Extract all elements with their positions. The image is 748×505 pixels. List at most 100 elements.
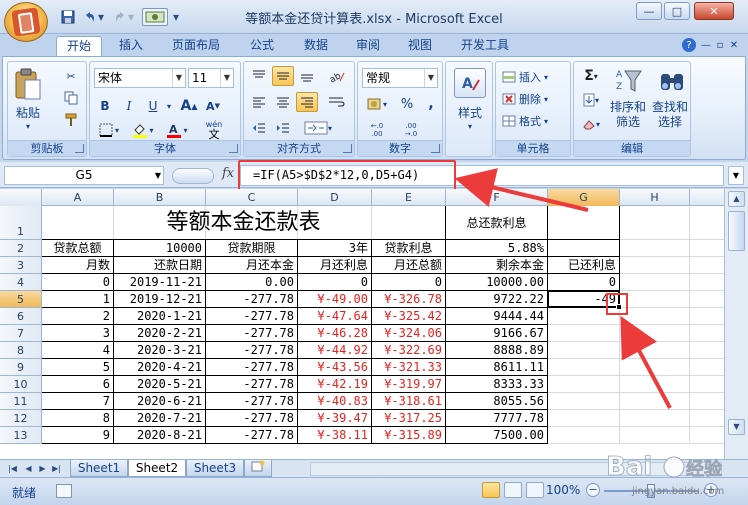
scroll-down-icon[interactable]: ▼ [728, 419, 745, 435]
font-name-select[interactable]: 宋体 ▼ [94, 68, 186, 88]
data-cell[interactable]: -277.78 [206, 427, 298, 444]
row-header-4[interactable]: 4 [0, 274, 42, 291]
font-color-button[interactable]: A ▾ [162, 120, 192, 140]
insert-sheet-icon[interactable] [244, 460, 272, 477]
empty-cell[interactable] [548, 325, 620, 342]
bold-button[interactable]: B [94, 96, 116, 116]
row2-cell[interactable]: 贷款总额 [42, 240, 114, 257]
data-cell[interactable]: 0 [548, 274, 620, 291]
data-cell[interactable]: 2 [42, 308, 114, 325]
accounting-format-icon[interactable]: ▾ [362, 94, 392, 114]
row-header-11[interactable]: 11 [0, 393, 42, 410]
tab-data[interactable]: 数据 [298, 36, 334, 56]
row2-cell[interactable]: 10000 [114, 240, 206, 257]
data-cell[interactable]: -277.78 [206, 359, 298, 376]
data-cell[interactable]: ¥-42.19 [298, 376, 372, 393]
data-cell[interactable]: 9444.44 [446, 308, 548, 325]
underline-button[interactable]: U [142, 96, 164, 116]
data-cell[interactable]: 8055.56 [446, 393, 548, 410]
vertical-scrollbar[interactable]: ▲ ▼ [724, 189, 748, 459]
sort-filter-icon[interactable]: AZ [612, 66, 646, 96]
align-top-icon[interactable] [248, 66, 270, 86]
align-bottom-icon[interactable] [296, 66, 318, 86]
row2-cell[interactable]: 贷款利息 [372, 240, 446, 257]
clipboard-launcher-icon[interactable] [75, 144, 84, 153]
data-cell[interactable]: 2019-12-21 [114, 291, 206, 308]
row-header-8[interactable]: 8 [0, 342, 42, 359]
orientation-icon[interactable]: ab [324, 66, 350, 86]
tab-formulas[interactable]: 公式 [244, 36, 280, 56]
column-header-g[interactable]: G [548, 189, 620, 206]
column-header-f[interactable]: F [446, 189, 548, 206]
data-cell[interactable]: ¥-322.69 [372, 342, 446, 359]
data-cell[interactable]: 2020-1-21 [114, 308, 206, 325]
zoom-level[interactable]: 100% [546, 483, 580, 497]
merge-center-icon[interactable]: ▾ [300, 118, 336, 138]
column-header-h[interactable]: H [620, 189, 690, 206]
data-cell[interactable]: 1 [42, 291, 114, 308]
data-cell[interactable]: 5 [42, 359, 114, 376]
data-cell[interactable]: 2020-8-21 [114, 427, 206, 444]
data-cell[interactable]: -277.78 [206, 376, 298, 393]
data-cell[interactable]: ¥-321.33 [372, 359, 446, 376]
header-cell[interactable]: 月数 [42, 257, 114, 274]
sheet-tab-2[interactable]: Sheet2 [128, 460, 186, 477]
column-header-a[interactable]: A [42, 189, 114, 206]
empty-cell[interactable] [548, 359, 620, 376]
normal-view-icon[interactable] [482, 482, 500, 498]
data-cell[interactable]: 2020-6-21 [114, 393, 206, 410]
data-cell[interactable]: -277.78 [206, 291, 298, 308]
row-header-6[interactable]: 6 [0, 308, 42, 325]
italic-button[interactable]: I [118, 96, 140, 116]
decrease-indent-icon[interactable] [248, 118, 270, 138]
data-cell[interactable]: ¥-326.78 [372, 291, 446, 308]
paste-dropdown-icon[interactable]: ▾ [22, 122, 34, 131]
header-cell[interactable]: 已还利息 [548, 257, 620, 274]
number-format-select[interactable]: 常规 ▼ [362, 68, 438, 88]
data-cell[interactable]: 3 [42, 325, 114, 342]
formula-expand-icon[interactable]: ▼ [728, 166, 744, 185]
decrease-decimal-button[interactable]: .00 →.0 [396, 120, 426, 140]
number-launcher-icon[interactable] [431, 144, 440, 153]
row-header-5[interactable]: 5 [0, 291, 42, 308]
data-cell[interactable]: 9 [42, 427, 114, 444]
data-cell[interactable]: ¥-40.83 [298, 393, 372, 410]
data-cell[interactable]: ¥-44.92 [298, 342, 372, 359]
header-cell[interactable]: 月还总额 [372, 257, 446, 274]
sheet-title-cell[interactable]: 等额本金还款表 [42, 206, 446, 240]
total-interest-label-cell[interactable]: 总还款利息 [446, 206, 548, 240]
header-cell[interactable]: 还款日期 [114, 257, 206, 274]
data-cell[interactable]: -277.78 [206, 410, 298, 427]
cut-icon[interactable]: ✂ [60, 66, 82, 86]
data-cell[interactable]: 7777.78 [446, 410, 548, 427]
empty-cell[interactable] [548, 410, 620, 427]
styles-dropdown-icon[interactable]: ▾ [464, 122, 476, 131]
data-cell[interactable]: ¥-43.56 [298, 359, 372, 376]
data-cell[interactable]: -277.78 [206, 393, 298, 410]
select-all-corner[interactable] [0, 189, 42, 206]
data-cell[interactable]: -277.78 [206, 342, 298, 359]
scroll-up-icon[interactable]: ▲ [728, 191, 745, 207]
find-select-label[interactable]: 查找和 选择 [644, 100, 696, 130]
data-cell[interactable]: 7 [42, 393, 114, 410]
tab-insert[interactable]: 插入 [112, 36, 150, 56]
ribbon-minimize-icon[interactable]: — [700, 38, 712, 52]
fill-down-icon[interactable]: ▾ [578, 90, 604, 110]
empty-cell[interactable] [548, 393, 620, 410]
last-sheet-icon[interactable]: ▶| [50, 462, 63, 475]
data-cell[interactable]: 8611.11 [446, 359, 548, 376]
data-cell[interactable]: ¥-38.11 [298, 427, 372, 444]
styles-label[interactable]: 样式 [448, 106, 492, 121]
tab-developer[interactable]: 开发工具 [454, 36, 516, 56]
data-cell[interactable]: 2020-2-21 [114, 325, 206, 342]
data-cell[interactable]: ¥-47.64 [298, 308, 372, 325]
cell[interactable] [548, 240, 620, 257]
empty-cell[interactable] [548, 342, 620, 359]
data-cell[interactable]: ¥-324.06 [372, 325, 446, 342]
data-cell[interactable]: 2020-7-21 [114, 410, 206, 427]
data-cell[interactable]: 8888.89 [446, 342, 548, 359]
shrink-font-button[interactable]: A ▼ [202, 96, 224, 116]
tab-home[interactable]: 开始 [56, 36, 102, 56]
data-cell[interactable]: ¥-49.00 [298, 291, 372, 308]
data-cell[interactable]: 6 [42, 376, 114, 393]
